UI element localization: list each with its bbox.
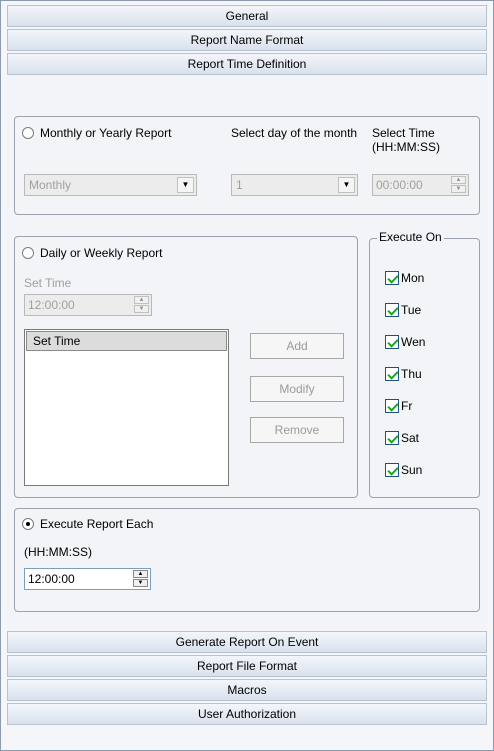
spin-down-icon[interactable]: ▼ <box>134 305 149 313</box>
tue-checkbox[interactable] <box>385 303 399 317</box>
add-button[interactable]: Add <box>250 333 344 359</box>
wen-label: Wen <box>401 335 426 349</box>
period-select[interactable]: Monthly ▼ <box>24 174 197 196</box>
set-time-column-header[interactable]: Set Time <box>26 331 227 351</box>
execute-each-radio[interactable] <box>22 518 34 530</box>
thu-checkbox[interactable] <box>385 367 399 381</box>
sat-label: Sat <box>401 431 420 445</box>
monthly-yearly-label: Monthly or Yearly Report <box>40 126 172 140</box>
daily-weekly-group: Daily or Weekly Report Set Time 12:00:00… <box>14 236 358 498</box>
execute-on-group: Execute On Mon Tue Wen Thu Fr Sat Sun <box>369 230 480 498</box>
section-report-file-format[interactable]: Report File Format <box>7 655 487 677</box>
section-general[interactable]: General <box>7 5 487 27</box>
monthly-yearly-group: Monthly or Yearly Report Select day of t… <box>14 116 480 215</box>
section-spacer <box>7 76 487 101</box>
spin-up-icon[interactable]: ▲ <box>134 296 149 304</box>
section-user-authorization[interactable]: User Authorization <box>7 703 487 725</box>
tue-label: Tue <box>401 303 422 317</box>
monthly-yearly-radio[interactable] <box>22 127 34 139</box>
daily-time-spinner[interactable]: 12:00:00 ▲ ▼ <box>24 294 152 316</box>
chevron-down-icon[interactable]: ▼ <box>177 177 194 193</box>
report-time-definition-content: Monthly or Yearly Report Select day of t… <box>7 101 487 630</box>
day-select[interactable]: 1 ▼ <box>231 174 358 196</box>
sun-label: Sun <box>401 463 423 477</box>
spin-up-icon[interactable]: ▲ <box>133 570 148 578</box>
sun-checkbox[interactable] <box>385 463 399 477</box>
fr-label: Fr <box>401 399 413 413</box>
period-value: Monthly <box>29 178 72 192</box>
spin-up-icon[interactable]: ▲ <box>451 176 466 184</box>
spin-down-icon[interactable]: ▼ <box>133 579 148 587</box>
chevron-down-icon[interactable]: ▼ <box>338 177 355 193</box>
daily-weekly-radio[interactable] <box>22 247 34 259</box>
spin-down-icon[interactable]: ▼ <box>451 185 466 193</box>
mon-label: Mon <box>401 271 425 285</box>
day-value: 1 <box>236 178 243 192</box>
thu-label: Thu <box>401 367 422 381</box>
execute-each-time-spinner[interactable]: 12:00:00 ▲ ▼ <box>24 568 151 590</box>
select-day-label: Select day of the month <box>231 126 358 140</box>
select-time-label: Select Time (HH:MM:SS) <box>372 126 440 154</box>
mon-checkbox[interactable] <box>385 271 399 285</box>
fr-checkbox[interactable] <box>385 399 399 413</box>
execute-each-format-label: (HH:MM:SS) <box>24 545 92 559</box>
modify-button[interactable]: Modify <box>250 376 344 402</box>
section-report-time-definition[interactable]: Report Time Definition <box>7 53 487 75</box>
daily-time-value: 12:00:00 <box>28 298 75 312</box>
monthly-time-value: 00:00:00 <box>376 178 423 192</box>
section-macros[interactable]: Macros <box>7 679 487 701</box>
daily-weekly-label: Daily or Weekly Report <box>40 246 163 260</box>
execute-on-title: Execute On <box>377 230 444 244</box>
execute-each-group: Execute Report Each (HH:MM:SS) 12:00:00 … <box>14 508 480 612</box>
monthly-time-spinner[interactable]: 00:00:00 ▲ ▼ <box>372 174 469 196</box>
section-generate-report-on-event[interactable]: Generate Report On Event <box>7 631 487 653</box>
execute-each-time-value: 12:00:00 <box>28 572 75 586</box>
section-report-name-format[interactable]: Report Name Format <box>7 29 487 51</box>
sat-checkbox[interactable] <box>385 431 399 445</box>
set-time-label: Set Time <box>24 276 72 290</box>
report-settings-panel: General Report Name Format Report Time D… <box>0 0 494 751</box>
execute-each-label: Execute Report Each <box>40 517 154 531</box>
wen-checkbox[interactable] <box>385 335 399 349</box>
remove-button[interactable]: Remove <box>250 417 344 443</box>
set-time-list[interactable]: Set Time <box>24 329 229 486</box>
